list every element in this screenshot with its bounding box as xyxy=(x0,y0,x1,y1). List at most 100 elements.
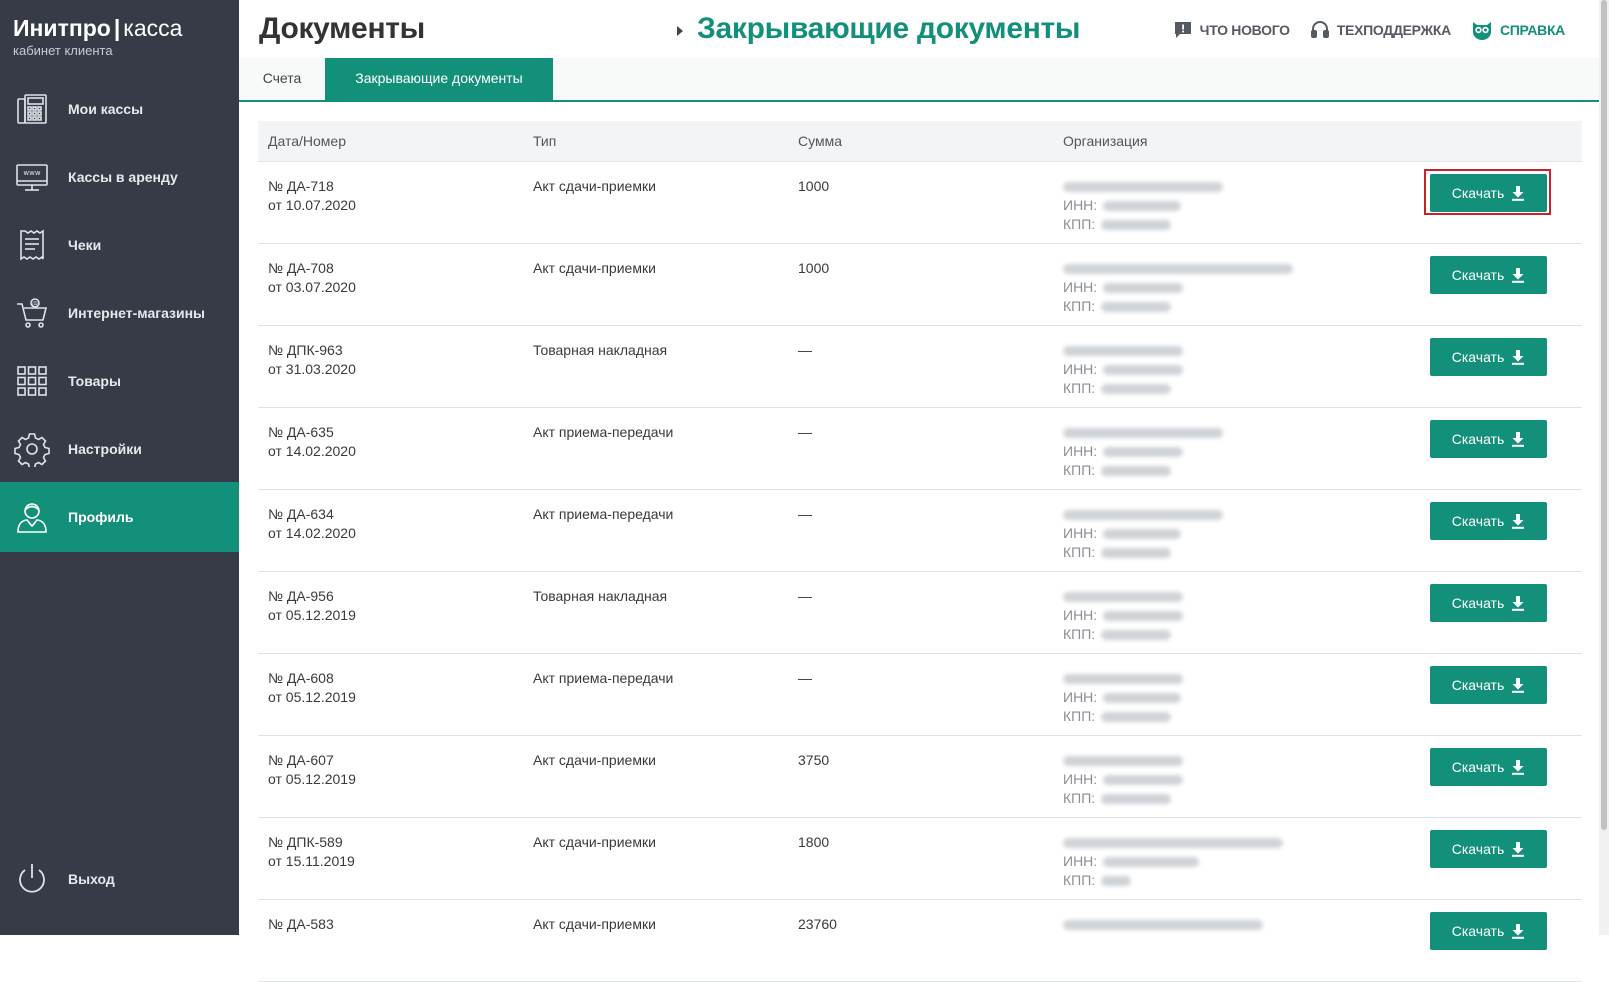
doc-organization: ИНН: КПП: xyxy=(1063,669,1183,726)
inn-label: ИНН: xyxy=(1063,525,1098,541)
sidebar: Инитпро | касса кабинет клиента Мои кассы … xyxy=(0,0,239,935)
doc-date-number: № ДПК-589 от 15.11.2019 xyxy=(268,833,355,871)
inn-value-redacted xyxy=(1103,856,1200,867)
download-icon xyxy=(1512,350,1525,365)
sidebar-item-label: Товары xyxy=(68,373,121,389)
doc-date: от 10.07.2020 xyxy=(268,197,356,213)
doc-type: Акт сдачи-приемки xyxy=(533,834,656,850)
sidebar-item-receipts[interactable]: Чеки xyxy=(0,210,239,280)
kpp-label: КПП: xyxy=(1063,790,1096,806)
tab-closing-documents[interactable]: Закрывающие документы xyxy=(325,58,553,100)
doc-organization: ИНН: КПП: xyxy=(1063,505,1223,562)
doc-organization: ИНН: КПП: xyxy=(1063,587,1184,644)
download-button[interactable]: Скачать xyxy=(1430,256,1547,294)
download-button[interactable]: Скачать xyxy=(1430,174,1547,212)
sidebar-item-logout[interactable]: Выход xyxy=(0,844,239,914)
inn-value-redacted xyxy=(1103,282,1184,293)
download-label: Скачать xyxy=(1451,677,1505,693)
table-row: № ДА-708 от 03.07.2020 Акт сдачи-приемки 10… xyxy=(258,244,1582,326)
sidebar-item-label: Настройки xyxy=(68,441,142,457)
download-button[interactable]: Скачать xyxy=(1430,666,1547,704)
help-link[interactable]: СПРАВКА xyxy=(1471,20,1565,40)
logo-brand: Инитпро xyxy=(13,15,111,41)
kpp-label: КПП: xyxy=(1063,380,1096,396)
column-header-date-number: Дата/Номер xyxy=(268,133,346,149)
doc-type: Акт сдачи-приемки xyxy=(533,916,656,932)
inn-label: ИНН: xyxy=(1063,771,1098,787)
doc-date-number: № ДА-608 от 05.12.2019 xyxy=(268,669,356,707)
doc-organization: ИНН: КПП: xyxy=(1063,423,1223,480)
logo[interactable]: Инитпро | касса кабинет клиента xyxy=(13,14,182,59)
kpp-value-redacted xyxy=(1101,711,1172,722)
download-button[interactable]: Скачать xyxy=(1430,502,1547,540)
tab-invoices[interactable]: Счета xyxy=(239,58,325,100)
inn-value-redacted xyxy=(1103,692,1182,703)
column-header-organization: Организация xyxy=(1063,133,1148,149)
doc-number: № ДА-708 xyxy=(268,260,334,276)
doc-date: от 05.12.2019 xyxy=(268,607,356,623)
kpp-label: КПП: xyxy=(1063,872,1096,888)
download-icon xyxy=(1512,268,1525,283)
shopping-cart-icon: @ xyxy=(17,298,48,328)
doc-sum: 1800 xyxy=(798,834,830,850)
kpp-value-redacted xyxy=(1101,219,1172,230)
inn-value-redacted xyxy=(1103,528,1182,539)
download-button[interactable]: Скачать xyxy=(1430,748,1547,786)
doc-organization: ИНН: КПП: xyxy=(1063,341,1184,398)
doc-type: Акт сдачи-приемки xyxy=(533,260,656,276)
download-button[interactable]: Скачать xyxy=(1430,584,1547,622)
breadcrumb-documents[interactable]: Документы xyxy=(259,12,425,46)
scrollbar-thumb[interactable] xyxy=(1601,0,1607,830)
download-button[interactable]: Скачать xyxy=(1430,420,1547,458)
sidebar-item-products[interactable]: Товары xyxy=(0,346,239,416)
whats-new-label: ЧТО НОВОГО xyxy=(1199,22,1290,38)
support-link[interactable]: ТЕХПОДДЕРЖКА xyxy=(1310,20,1451,40)
doc-date: от 31.03.2020 xyxy=(268,361,356,377)
doc-date: от 05.12.2019 xyxy=(268,771,356,787)
grid-icon xyxy=(17,366,47,396)
column-header-type: Тип xyxy=(533,133,557,149)
doc-date-number: № ДА-583 xyxy=(268,915,334,934)
doc-type: Товарная накладная xyxy=(533,342,668,358)
gear-icon xyxy=(14,433,50,467)
sidebar-item-my-registers[interactable]: Мои кассы xyxy=(0,74,239,144)
doc-date-number: № ДА-718 от 10.07.2020 xyxy=(268,177,356,215)
sidebar-item-rent-registers[interactable]: www Кассы в аренду xyxy=(0,142,239,212)
sidebar-item-online-stores[interactable]: @ Интернет-магазины xyxy=(0,278,239,348)
page-scrollbar[interactable] xyxy=(1599,0,1609,935)
table-row: № ДА-718 от 10.07.2020 Акт сдачи-приемки 10… xyxy=(258,162,1582,244)
logo-separator: | xyxy=(113,15,121,41)
download-button[interactable]: Скачать xyxy=(1430,912,1547,950)
inn-label: ИНН: xyxy=(1063,853,1098,869)
user-icon xyxy=(17,503,47,533)
table-row: № ДПК-963 от 31.03.2020 Товарная накладная… xyxy=(258,326,1582,408)
inn-value-redacted xyxy=(1103,446,1184,457)
whats-new-link[interactable]: ЧТО НОВОГО xyxy=(1173,20,1290,40)
power-icon xyxy=(19,864,45,893)
doc-number: № ДА-607 xyxy=(268,752,334,768)
sidebar-item-profile[interactable]: Профиль xyxy=(0,482,239,552)
download-button[interactable]: Скачать xyxy=(1430,830,1547,868)
doc-date-number: № ДА-956 от 05.12.2019 xyxy=(268,587,356,625)
kpp-value-redacted xyxy=(1101,875,1132,886)
kpp-label: КПП: xyxy=(1063,216,1096,232)
download-icon xyxy=(1512,514,1525,529)
table-header: Дата/Номер Тип Сумма Организация xyxy=(258,121,1582,162)
org-name-redacted xyxy=(1063,181,1223,192)
doc-sum: 3750 xyxy=(798,752,830,768)
doc-sum: — xyxy=(798,342,812,358)
table-row: № ДА-607 от 05.12.2019 Акт сдачи-приемки 37… xyxy=(258,736,1582,818)
doc-organization: ИНН: КПП: xyxy=(1063,259,1293,316)
org-name-redacted xyxy=(1063,345,1183,356)
download-button[interactable]: Скачать xyxy=(1430,338,1547,376)
sidebar-item-settings[interactable]: Настройки xyxy=(0,414,239,484)
inn-label: ИНН: xyxy=(1063,443,1098,459)
kpp-label: КПП: xyxy=(1063,298,1096,314)
doc-date-number: № ДА-607 от 05.12.2019 xyxy=(268,751,356,789)
download-label: Скачать xyxy=(1451,431,1505,447)
org-name-redacted xyxy=(1063,263,1293,274)
doc-number: № ДА-718 xyxy=(268,178,334,194)
inn-label: ИНН: xyxy=(1063,197,1098,213)
kpp-value-redacted xyxy=(1101,465,1172,476)
kpp-value-redacted xyxy=(1101,793,1172,804)
